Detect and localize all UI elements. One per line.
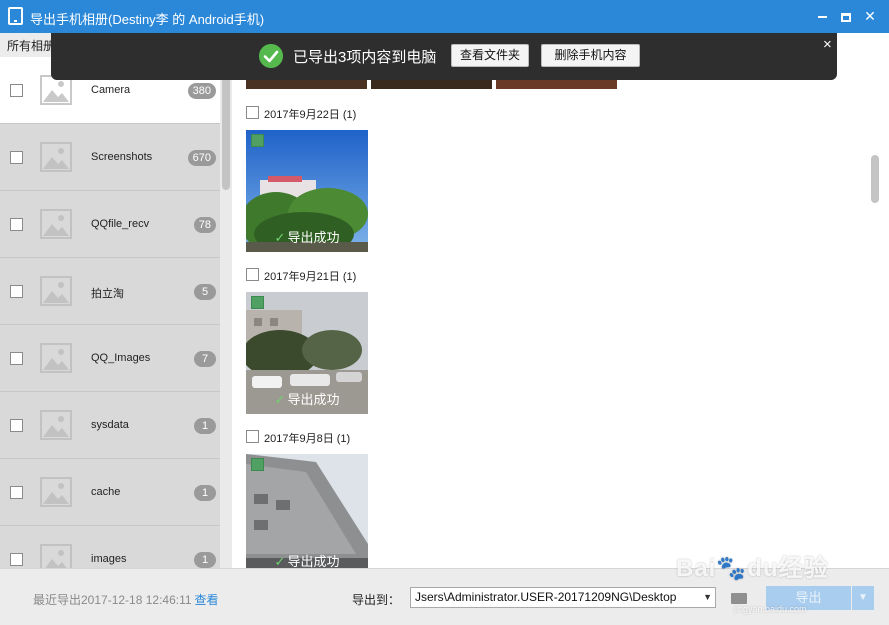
album-item-pailitao[interactable]: 拍立淘 5: [0, 258, 220, 325]
chevron-down-icon: ▼: [703, 592, 712, 602]
image-placeholder-icon: [40, 276, 72, 306]
success-check-icon: [259, 44, 283, 68]
album-item-cache[interactable]: cache 1: [0, 459, 220, 526]
title-bar: 导出手机相册(Destiny李 的 Android手机) ✕: [0, 0, 889, 33]
album-item-images[interactable]: images 1: [0, 526, 220, 568]
checkmark-icon: ✓: [274, 554, 286, 568]
photo-grid: 2017年9月22日 (1) ✓ 导出成功 2017年9月21日 (1) ✓ 导…: [232, 33, 889, 568]
minimize-button[interactable]: [812, 6, 832, 26]
album-name: Camera: [91, 84, 131, 96]
date-group-label: 2017年9月21日 (1): [264, 271, 357, 283]
album-sidebar: 所有相册（38） Camera 380 Screenshots 670 QQfi…: [0, 33, 232, 568]
album-checkbox[interactable]: [10, 553, 23, 566]
export-status-label: 导出成功: [287, 230, 340, 245]
baidu-watermark-url: jingyan.baidu.com: [734, 604, 807, 614]
baidu-watermark: Bai🐾du经验: [676, 555, 829, 582]
checkmark-icon: ✓: [274, 392, 286, 407]
export-path-value: Jsers\Administrator.USER-20171209NG\Desk…: [415, 590, 677, 604]
photo-thumbnail[interactable]: ✓ 导出成功: [246, 454, 368, 568]
photo-selected-checkbox[interactable]: [251, 134, 264, 147]
toast-message: 已导出3项内容到电脑: [293, 49, 437, 66]
album-name: 拍立淘: [91, 288, 124, 300]
date-group-checkbox[interactable]: [246, 268, 259, 281]
export-path-select[interactable]: Jsers\Administrator.USER-20171209NG\Desk…: [410, 587, 716, 608]
album-name: sysdata: [91, 419, 129, 431]
album-count-badge: 5: [194, 284, 216, 300]
image-placeholder-icon: [40, 477, 72, 507]
album-count-badge: 670: [187, 150, 216, 166]
checkmark-icon: ✓: [274, 230, 286, 245]
sidebar-scrollbar[interactable]: [220, 57, 232, 568]
photo-thumbnail[interactable]: ✓ 导出成功: [246, 130, 368, 252]
album-item-screenshots[interactable]: Screenshots 670: [0, 124, 220, 191]
maximize-button[interactable]: [836, 6, 856, 26]
maximize-icon: [841, 12, 851, 22]
album-checkbox[interactable]: [10, 218, 23, 231]
view-last-export-link[interactable]: 查看: [195, 593, 219, 607]
image-placeholder-icon: [40, 343, 72, 373]
minimize-icon: [817, 16, 827, 19]
album-item-qq-images[interactable]: QQ_Images 7: [0, 325, 220, 392]
export-status-label: 导出成功: [287, 392, 340, 407]
album-checkbox[interactable]: [10, 352, 23, 365]
export-status: ✓ 导出成功: [246, 551, 368, 568]
last-export-label: 最近导出2017-12-18 12:46:11: [33, 593, 192, 607]
date-group-checkbox[interactable]: [246, 430, 259, 443]
photo-thumbnail[interactable]: ✓ 导出成功: [246, 292, 368, 414]
delete-phone-content-button[interactable]: 删除手机内容: [541, 44, 640, 67]
album-count-badge: 380: [187, 83, 216, 99]
phone-icon: [8, 7, 23, 25]
export-to-label: 导出到：: [352, 593, 401, 607]
sidebar-scrollbar-thumb[interactable]: [222, 63, 230, 190]
export-status: ✓ 导出成功: [246, 227, 368, 246]
album-checkbox[interactable]: [10, 285, 23, 298]
export-status-label: 导出成功: [287, 554, 340, 568]
album-name: QQfile_recv: [91, 218, 150, 230]
close-window-button[interactable]: ✕: [860, 6, 880, 26]
album-checkbox[interactable]: [10, 151, 23, 164]
photo-grid-scrollbar-thumb[interactable]: [871, 155, 879, 203]
album-name: QQ_Images: [91, 352, 151, 364]
export-options-dropdown[interactable]: ▼: [852, 586, 874, 610]
image-placeholder-icon: [40, 209, 72, 239]
album-count-badge: 1: [194, 552, 216, 568]
image-placeholder-icon: [40, 142, 72, 172]
album-name: cache: [91, 486, 121, 498]
album-list: Camera 380 Screenshots 670 QQfile_recv 7…: [0, 57, 220, 568]
view-folder-button[interactable]: 查看文件夹: [451, 44, 529, 67]
image-placeholder-icon: [40, 544, 72, 568]
date-group-checkbox[interactable]: [246, 106, 259, 119]
export-status: ✓ 导出成功: [246, 389, 368, 408]
album-count-badge: 1: [194, 485, 216, 501]
date-group-label: 2017年9月8日 (1): [264, 433, 351, 445]
album-item-qqfile-recv[interactable]: QQfile_recv 78: [0, 191, 220, 258]
album-count-badge: 7: [194, 351, 216, 367]
date-group-label: 2017年9月22日 (1): [264, 109, 357, 121]
last-export-info: 最近导出2017-12-18 12:46:11 查看: [33, 591, 219, 608]
photo-selected-checkbox[interactable]: [251, 458, 264, 471]
folder-icon[interactable]: [731, 593, 747, 604]
album-name: Screenshots: [91, 151, 153, 163]
album-count-badge: 78: [193, 217, 216, 233]
album-checkbox[interactable]: [10, 419, 23, 432]
album-count-badge: 1: [194, 418, 216, 434]
image-placeholder-icon: [40, 410, 72, 440]
window-title: 导出手机相册(Destiny李 的 Android手机): [30, 12, 265, 27]
export-success-toast: 已导出3项内容到电脑 查看文件夹 删除手机内容 ×: [51, 33, 837, 80]
album-checkbox[interactable]: [10, 486, 23, 499]
toast-close-button[interactable]: ×: [823, 36, 832, 53]
photo-selected-checkbox[interactable]: [251, 296, 264, 309]
album-checkbox[interactable]: [10, 84, 23, 97]
album-item-sysdata[interactable]: sysdata 1: [0, 392, 220, 459]
album-name: images: [91, 553, 127, 565]
